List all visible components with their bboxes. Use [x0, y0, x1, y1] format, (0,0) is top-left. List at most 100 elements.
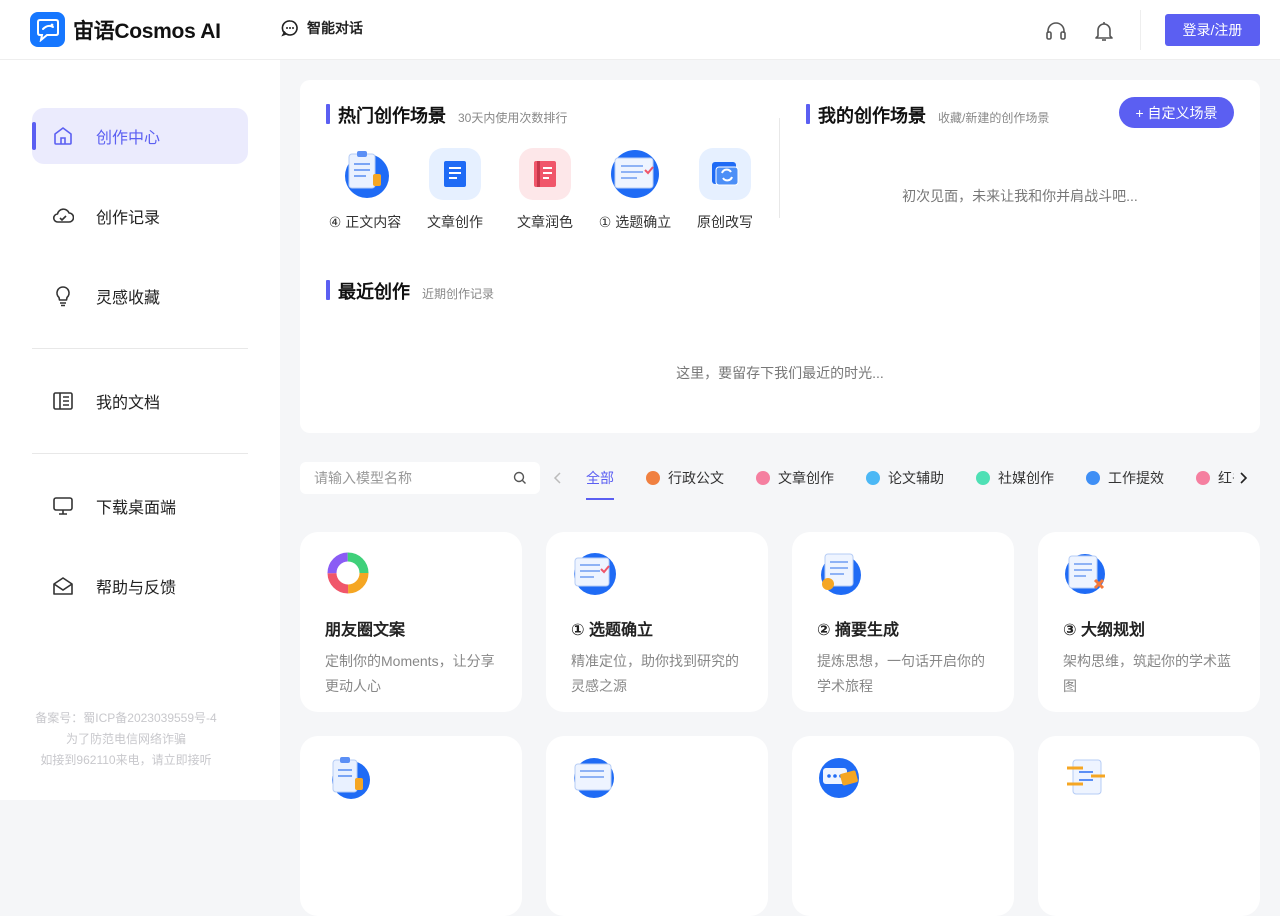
card-title: ① 选题确立	[571, 622, 653, 639]
hot-item-label: 原创改写	[697, 214, 753, 230]
sidebar-item-download-desktop[interactable]: 下载桌面端	[32, 478, 248, 534]
hot-item-article-creation[interactable]: 文章创作	[410, 148, 500, 232]
mine-section-title: 我的创作场景 收藏/新建的创作场景	[806, 102, 1049, 128]
headset-icon[interactable]	[1044, 19, 1068, 43]
sidebar-item-label: 我的文档	[96, 395, 161, 412]
tabs-viewport: 全部 行政公文 文章创作 论文辅助 社媒创作 工作提效 红书	[586, 462, 1234, 502]
model-search-input[interactable]	[314, 468, 504, 488]
sidebar-item-my-documents[interactable]: 我的文档	[32, 373, 248, 429]
custom-scene-button[interactable]: + 自定义场景	[1119, 97, 1234, 128]
clipboard-icon	[339, 148, 391, 200]
smart-chat-link[interactable]: 智能对话	[281, 18, 363, 38]
recent-title: 最近创作	[338, 282, 410, 302]
login-register-button[interactable]: 登录/注册	[1165, 14, 1260, 46]
document-blue-icon	[429, 148, 481, 200]
search-icon[interactable]	[513, 471, 527, 485]
chat-icon	[819, 758, 859, 798]
sidebar-item-inspiration[interactable]: 灵感收藏	[32, 268, 248, 324]
scene-card-topic-selection[interactable]: ① 选题确立 精准定位，助你找到研究的灵感之源	[546, 532, 768, 712]
tab-work-efficiency[interactable]: 工作提效	[1086, 462, 1164, 494]
tab-article-creation[interactable]: 文章创作	[756, 462, 834, 494]
clipboard-icon	[332, 757, 370, 799]
category-dot	[976, 471, 990, 485]
smart-chat-label: 智能对话	[307, 20, 363, 36]
card-title: ③ 大纲规划	[1063, 622, 1145, 639]
card-description: 精准定位，助你找到研究的灵感之源	[571, 653, 739, 694]
hot-section-title: 热门创作场景 30天内使用次数排行	[326, 102, 567, 128]
sidebar-item-label: 创作中心	[96, 130, 161, 147]
home-icon	[54, 127, 72, 145]
tab-label: 全部	[586, 470, 614, 486]
summary-doc-icon	[821, 553, 861, 595]
tab-thesis-assist[interactable]: 论文辅助	[866, 462, 944, 494]
chevron-left-icon[interactable]	[546, 466, 570, 490]
sidebar-item-creation-center[interactable]: 创作中心	[32, 108, 248, 164]
sidebar-item-help-feedback[interactable]: 帮助与反馈	[32, 558, 248, 614]
scene-card-abstract-generation[interactable]: ② 摘要生成 提炼思想，一句话开启你的学术旅程	[792, 532, 1014, 712]
category-dot	[866, 471, 880, 485]
logo-text: 宙语Cosmos AI	[73, 19, 221, 43]
scene-card[interactable]	[546, 736, 768, 916]
tab-label: 行政公文	[668, 470, 724, 486]
hot-title: 热门创作场景	[338, 106, 446, 126]
sidebar-item-creation-records[interactable]: 创作记录	[32, 188, 248, 244]
hot-item-original-rewrite[interactable]: 原创改写	[680, 148, 770, 232]
mine-empty-message: 初次见面，未来让我和你并肩战斗吧...	[902, 188, 1138, 204]
cloud-icon	[52, 208, 74, 223]
top-header: 宙语Cosmos AI 智能对话 登录/注册	[0, 0, 1280, 60]
hot-item-label: ④ 正文内容	[328, 214, 402, 230]
tab-xiaohongshu[interactable]: 红书	[1196, 462, 1234, 494]
hot-item-label: 文章润色	[517, 214, 573, 230]
scene-card-outline-planning[interactable]: ③ 大纲规划 架构思维，筑起你的学术蓝图	[1038, 532, 1260, 712]
color-ring-icon	[327, 552, 369, 594]
scene-card[interactable]	[300, 736, 522, 916]
sidebar-item-label: 灵感收藏	[96, 290, 161, 307]
scene-card[interactable]	[792, 736, 1014, 916]
rewrite-icon	[699, 148, 751, 200]
tab-label: 文章创作	[778, 470, 834, 486]
fraud-warning: 为了防范电信网络诈骗	[65, 732, 186, 746]
bell-icon[interactable]	[1092, 19, 1116, 43]
tab-label: 社媒创作	[998, 470, 1054, 486]
mine-subtitle: 收藏/新建的创作场景	[938, 111, 1050, 125]
card-title: ② 摘要生成	[817, 622, 899, 639]
hotline-note: 如接到962110来电，请立即接听	[40, 753, 212, 767]
card-description: 提炼思想，一句话开启你的学术旅程	[817, 653, 985, 694]
card-description: 架构思维，筑起你的学术蓝图	[1063, 653, 1231, 694]
list-transfer-icon	[1067, 759, 1105, 795]
chevron-right-icon[interactable]	[1231, 466, 1255, 490]
logo[interactable]: 宙语Cosmos AI	[30, 12, 221, 47]
book-icon	[53, 392, 73, 410]
sidebar-item-label: 创作记录	[96, 210, 161, 227]
scene-card[interactable]	[1038, 736, 1260, 916]
monitor-icon	[53, 497, 73, 515]
category-tabs: 全部 行政公文 文章创作 论文辅助 社媒创作 工作提效 红书	[546, 462, 1258, 502]
tab-all[interactable]: 全部	[586, 462, 614, 500]
tab-social-media[interactable]: 社媒创作	[976, 462, 1054, 494]
mine-title: 我的创作场景	[818, 106, 926, 126]
outline-doc-icon	[1065, 554, 1105, 594]
recent-section-title: 最近创作 近期创作记录	[326, 278, 494, 304]
card-description: 定制你的Moments，让分享更动人心	[325, 653, 495, 694]
tab-label: 工作提效	[1108, 470, 1164, 486]
hot-scene-list: ④ 正文内容 文章创作 文章润色 ① 选题确立 原创改写	[320, 148, 770, 232]
hot-item-label: 文章创作	[427, 214, 483, 230]
category-dot	[646, 471, 660, 485]
section-divider	[779, 118, 780, 218]
recent-subtitle: 近期创作记录	[422, 287, 495, 301]
category-dot	[1196, 471, 1210, 485]
document-icon	[574, 758, 614, 798]
tab-administrative-docs[interactable]: 行政公文	[646, 462, 724, 494]
hot-item-topic-selection[interactable]: ① 选题确立	[590, 148, 680, 232]
model-search-box	[300, 462, 540, 494]
hot-item-article-polish[interactable]: 文章润色	[500, 148, 590, 232]
lightbulb-icon	[56, 286, 70, 307]
chat-bubble-icon	[281, 20, 298, 37]
recent-empty-message: 这里，要留存下我们最近的时光...	[676, 365, 884, 381]
header-divider	[1140, 10, 1141, 50]
mail-icon	[53, 577, 73, 595]
icp-record: 备案号：蜀ICP备2023039559号-4	[35, 711, 217, 725]
scene-card-moments-copy[interactable]: 朋友圈文案 定制你的Moments，让分享更动人心	[300, 532, 522, 712]
hot-item-body-content[interactable]: ④ 正文内容	[320, 148, 410, 232]
logo-mark-icon	[30, 12, 65, 47]
